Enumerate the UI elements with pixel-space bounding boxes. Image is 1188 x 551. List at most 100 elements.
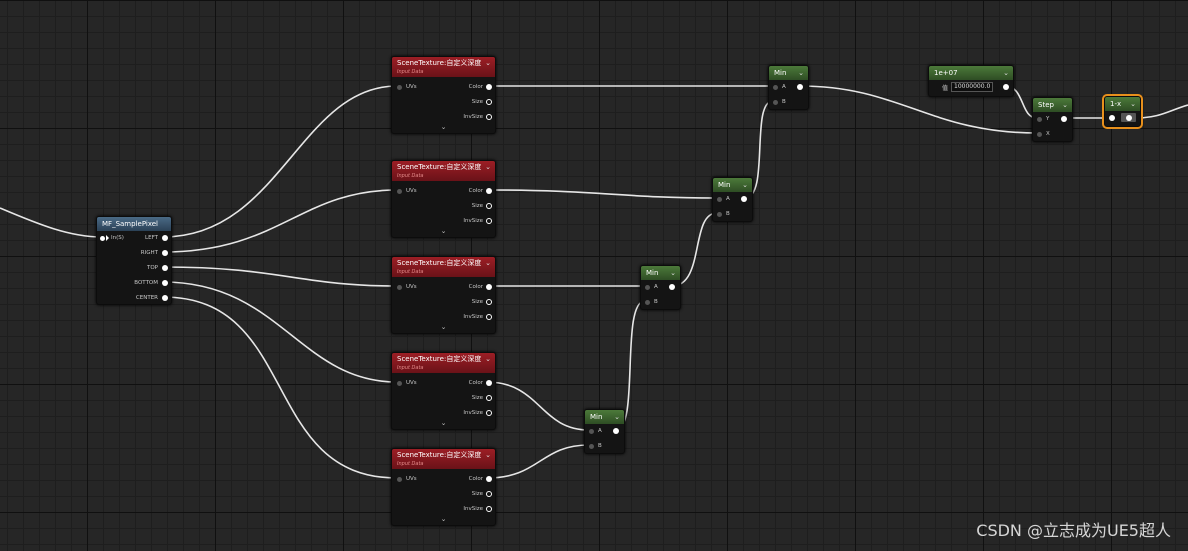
expand-arrow-icon[interactable]: ⌄ (392, 124, 495, 131)
min-input-a[interactable]: A (589, 426, 609, 436)
constant-value-input[interactable]: 10000000.0 (951, 82, 994, 92)
chevron-down-icon[interactable]: ⌄ (614, 410, 620, 424)
pin-icon[interactable] (486, 491, 492, 497)
color-pin[interactable]: Color (452, 378, 492, 388)
pin-icon[interactable] (645, 284, 650, 290)
scene-texture-node-3[interactable]: SceneTexture:自定义深度 Input Data ⌄ UVs Color … (391, 256, 496, 334)
pin-icon[interactable] (397, 188, 402, 194)
step-header[interactable]: Step ⌄ (1033, 98, 1072, 112)
scene-texture-node-4[interactable]: SceneTexture:自定义深度 Input Data ⌄ UVs Color … (391, 352, 496, 430)
min-input-a[interactable]: A (773, 82, 793, 92)
chevron-down-icon[interactable]: ⌄ (485, 161, 491, 173)
min-input-b[interactable]: B (645, 297, 665, 307)
pin-icon[interactable] (486, 114, 492, 120)
min-node-2[interactable]: Min ⌄ A B (712, 177, 753, 222)
pin-icon[interactable] (741, 196, 747, 202)
chevron-down-icon[interactable]: ⌄ (485, 257, 491, 269)
material-graph-canvas[interactable]: MF_SamplePixel In(S) LEFT RIGHT TOP BOTT… (0, 0, 1188, 551)
chevron-down-icon[interactable]: ⌄ (485, 449, 491, 461)
scene-texture-header[interactable]: SceneTexture:自定义深度 Input Data ⌄ (392, 161, 495, 181)
min-output[interactable] (795, 82, 805, 92)
color-pin[interactable]: Color (452, 282, 492, 292)
invsize-pin[interactable]: InvSize (452, 112, 492, 122)
one-minus-input-pin[interactable] (1109, 115, 1115, 121)
pin-icon[interactable] (645, 299, 650, 305)
pin-icon[interactable] (486, 314, 492, 320)
sample-pixel-output-left[interactable]: LEFT (128, 233, 168, 243)
one-minus-output-box[interactable] (1121, 113, 1136, 122)
pin-icon[interactable] (589, 428, 594, 434)
sample-pixel-header[interactable]: MF_SamplePixel (97, 217, 171, 231)
expand-arrow-icon[interactable]: ⌄ (392, 324, 495, 331)
pin-icon[interactable] (1061, 116, 1067, 122)
pin-icon[interactable] (613, 428, 619, 434)
scene-texture-header[interactable]: SceneTexture:自定义深度 Input Data ⌄ (392, 449, 495, 469)
uvs-pin[interactable]: UVs (397, 378, 437, 388)
sample-pixel-output-right[interactable]: RIGHT (128, 248, 168, 258)
step-node[interactable]: Step ⌄ Y X (1032, 97, 1073, 142)
uvs-pin[interactable]: UVs (397, 82, 437, 92)
min-input-b[interactable]: B (773, 97, 793, 107)
pin-icon[interactable] (717, 211, 722, 217)
pin-icon[interactable] (486, 299, 492, 305)
pin-icon[interactable] (589, 443, 594, 449)
size-pin[interactable]: Size (452, 489, 492, 499)
color-pin[interactable]: Color (452, 186, 492, 196)
constant-output-pin[interactable] (1003, 84, 1009, 90)
min-node-4[interactable]: Min ⌄ A B (584, 409, 625, 454)
pin-icon[interactable] (100, 235, 105, 241)
pin-icon[interactable] (486, 410, 492, 416)
invsize-pin[interactable]: InvSize (452, 408, 492, 418)
uvs-pin[interactable]: UVs (397, 474, 437, 484)
pin-icon[interactable] (486, 99, 492, 105)
chevron-down-icon[interactable]: ⌄ (742, 178, 748, 192)
min-output[interactable] (739, 194, 749, 204)
scene-texture-node-5[interactable]: SceneTexture:自定义深度 Input Data ⌄ UVs Color … (391, 448, 496, 526)
pin-icon[interactable] (773, 84, 778, 90)
pin-icon[interactable] (486, 218, 492, 224)
scene-texture-header[interactable]: SceneTexture:自定义深度 Input Data ⌄ (392, 257, 495, 277)
pin-icon[interactable] (397, 476, 402, 482)
min-header[interactable]: Min ⌄ (713, 178, 752, 192)
pin-icon[interactable] (486, 84, 492, 90)
chevron-down-icon[interactable]: ⌄ (798, 66, 804, 80)
step-input-x[interactable]: X (1037, 129, 1057, 139)
invsize-pin[interactable]: InvSize (452, 504, 492, 514)
sample-pixel-node[interactable]: MF_SamplePixel In(S) LEFT RIGHT TOP BOTT… (96, 216, 172, 305)
one-minus-output-pin[interactable] (1126, 114, 1132, 121)
pin-icon[interactable] (486, 188, 492, 194)
pin-icon[interactable] (162, 280, 168, 286)
sample-pixel-output-bottom[interactable]: BOTTOM (118, 278, 168, 288)
size-pin[interactable]: Size (452, 201, 492, 211)
min-output[interactable] (667, 282, 677, 292)
uvs-pin[interactable]: UVs (397, 186, 437, 196)
min-input-a[interactable]: A (717, 194, 737, 204)
pin-icon[interactable] (773, 99, 778, 105)
one-minus-node[interactable]: 1-x ⌄ (1104, 96, 1141, 127)
min-header[interactable]: Min ⌄ (641, 266, 680, 280)
uvs-pin[interactable]: UVs (397, 282, 437, 292)
min-header[interactable]: Min ⌄ (769, 66, 808, 80)
min-node-1[interactable]: Min ⌄ A B (768, 65, 809, 110)
scene-texture-node-2[interactable]: SceneTexture:自定义深度 Input Data ⌄ UVs Color … (391, 160, 496, 238)
expand-arrow-icon[interactable]: ⌄ (392, 420, 495, 427)
constant-header[interactable]: 1e+07 ⌄ (929, 66, 1013, 80)
min-header[interactable]: Min ⌄ (585, 410, 624, 424)
chevron-down-icon[interactable]: ⌄ (1003, 66, 1009, 80)
pin-icon[interactable] (669, 284, 675, 290)
pin-icon[interactable] (1037, 131, 1042, 137)
size-pin[interactable]: Size (452, 97, 492, 107)
pin-icon[interactable] (486, 506, 492, 512)
pin-icon[interactable] (1037, 116, 1042, 122)
chevron-down-icon[interactable]: ⌄ (485, 57, 491, 69)
size-pin[interactable]: Size (452, 393, 492, 403)
pin-icon[interactable] (162, 265, 168, 271)
pin-icon[interactable] (717, 196, 722, 202)
min-output[interactable] (611, 426, 621, 436)
size-pin[interactable]: Size (452, 297, 492, 307)
scene-texture-header[interactable]: SceneTexture:自定义深度 Input Data ⌄ (392, 353, 495, 373)
pin-icon[interactable] (397, 284, 402, 290)
one-minus-header[interactable]: 1-x ⌄ (1105, 97, 1140, 111)
sample-pixel-output-center[interactable]: CENTER (118, 293, 168, 303)
pin-icon[interactable] (397, 380, 402, 386)
